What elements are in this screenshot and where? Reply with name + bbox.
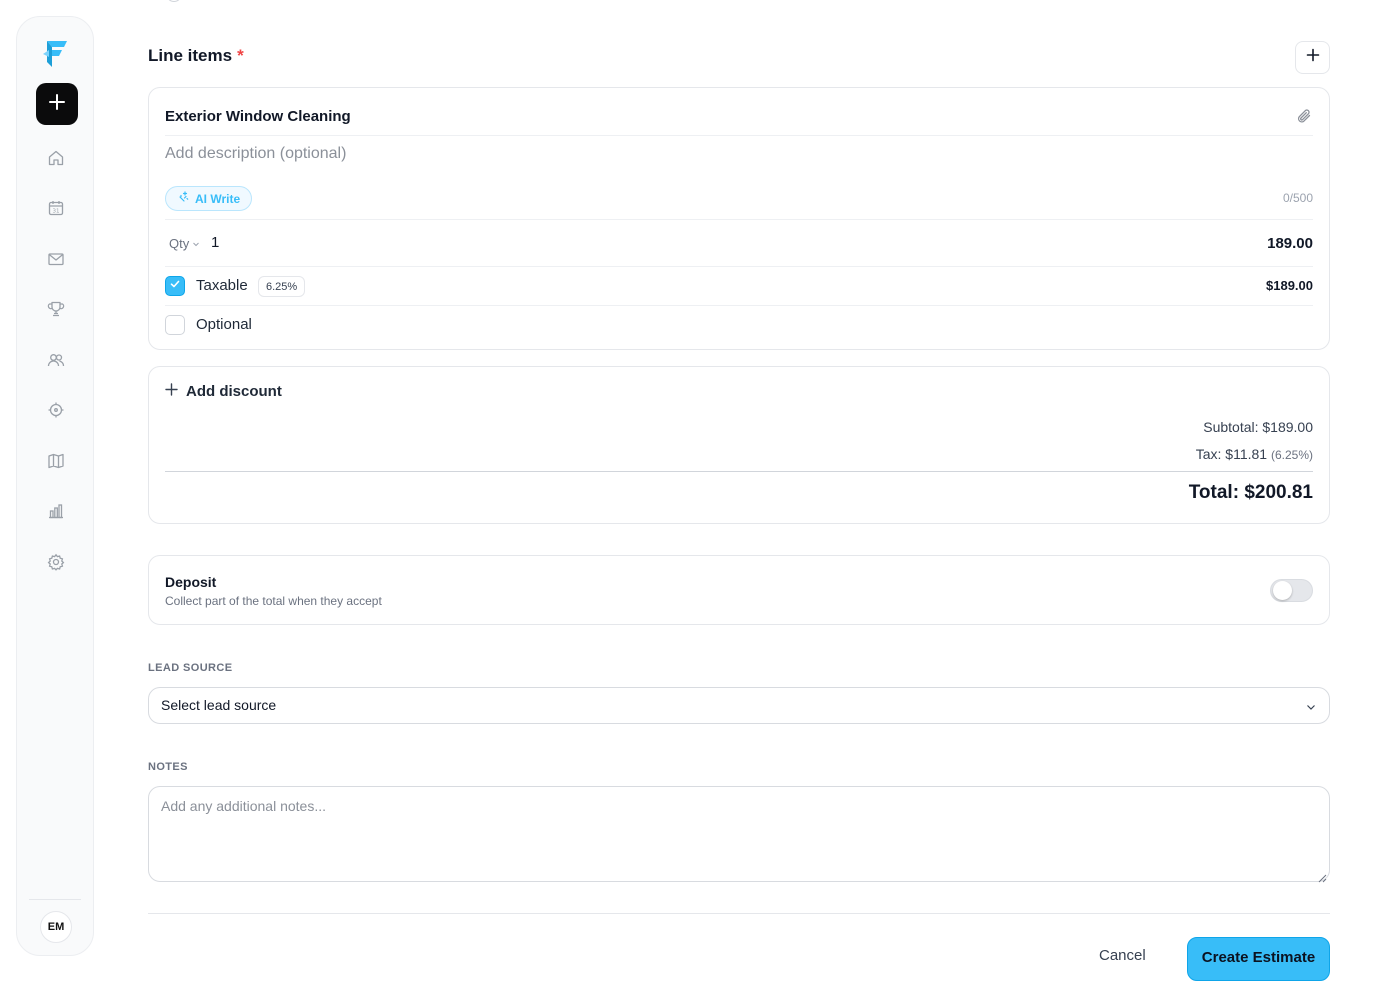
- deposit-subtitle: Collect part of the total when they acce…: [165, 594, 382, 608]
- chevron-down-icon: [1305, 700, 1317, 712]
- bar-chart-icon: [47, 502, 65, 525]
- gear-icon: [47, 553, 65, 576]
- deposit-toggle[interactable]: [1270, 579, 1313, 602]
- crosshair-icon: [47, 401, 65, 424]
- sidebar: 31 EM: [16, 16, 94, 956]
- map-icon: [47, 452, 65, 475]
- tax-line: Tax: $11.81 (6.25%): [1196, 446, 1313, 462]
- chevron-down-icon: [192, 236, 200, 251]
- tax-amount: Tax: $11.81: [1195, 446, 1268, 462]
- plus-icon: [165, 383, 178, 400]
- calendar-day: 31: [53, 208, 60, 214]
- line-item-name[interactable]: Exterior Window Cleaning: [165, 108, 351, 125]
- deposit-title: Deposit: [165, 574, 217, 590]
- cancel-button[interactable]: Cancel: [1099, 947, 1146, 964]
- description-input[interactable]: Add description (optional): [165, 145, 346, 163]
- plus-icon: [48, 93, 66, 116]
- nav-home[interactable]: [44, 148, 68, 172]
- add-line-item-button[interactable]: [1295, 41, 1330, 74]
- char-count: 0/500: [1282, 191, 1313, 205]
- notes-label: NOTES: [148, 761, 188, 773]
- line-total: $189.00: [1266, 278, 1313, 293]
- ai-write-button[interactable]: AI Write: [165, 186, 253, 211]
- lead-source-select[interactable]: Select lead source: [148, 687, 1330, 724]
- taxable-label: Taxable: [196, 277, 248, 294]
- nav-target[interactable]: [44, 400, 68, 424]
- notes-textarea[interactable]: Add any additional notes...: [148, 786, 1330, 883]
- line-item-card: Exterior Window Cleaning Add description…: [148, 87, 1330, 350]
- users-icon: [47, 351, 65, 374]
- nav-reports[interactable]: [44, 501, 68, 525]
- price-input[interactable]: 189.00: [1267, 235, 1313, 252]
- line-items-title: Line items: [148, 46, 233, 65]
- paperclip-icon: [1295, 109, 1313, 129]
- app-logo[interactable]: [41, 37, 71, 69]
- avatar[interactable]: EM: [40, 911, 72, 943]
- divider: [165, 471, 1313, 472]
- toggle-knob: [1273, 581, 1292, 600]
- divider: [165, 266, 1313, 267]
- taxable-checkbox[interactable]: [165, 276, 185, 296]
- tax-rate-badge[interactable]: 6.25%: [258, 276, 306, 297]
- subtotal: Subtotal: $189.00: [1203, 419, 1313, 435]
- summary-card: Add discount Subtotal: $189.00 Tax: $11.…: [148, 366, 1330, 524]
- plus-icon: [1306, 48, 1320, 67]
- add-discount-label: Add discount: [186, 383, 282, 400]
- cut-off-radio: [166, 0, 182, 2]
- nav-customers[interactable]: [44, 350, 68, 374]
- sidebar-divider: [29, 899, 81, 900]
- lead-source-label: LEAD SOURCE: [148, 662, 233, 674]
- home-icon: [47, 149, 65, 172]
- tax-rate: (6.25%): [1270, 448, 1313, 462]
- checkmark-icon: [169, 277, 181, 295]
- required-asterisk: *: [237, 46, 244, 65]
- trophy-icon: [47, 300, 65, 323]
- nav-map[interactable]: [44, 451, 68, 475]
- qty-unit-select[interactable]: Qty: [169, 236, 200, 251]
- lead-source-value: Select lead source: [161, 697, 277, 713]
- calendar-icon: 31: [47, 199, 65, 222]
- divider: [165, 135, 1313, 136]
- new-button[interactable]: [36, 83, 78, 125]
- optional-label: Optional: [196, 316, 252, 333]
- notes-placeholder: Add any additional notes...: [161, 798, 327, 814]
- mail-icon: [47, 250, 65, 273]
- resize-handle-icon[interactable]: [1318, 870, 1327, 883]
- attachment-button[interactable]: [1295, 107, 1313, 125]
- qty-input[interactable]: 1: [211, 234, 219, 251]
- qty-label: Qty: [169, 236, 190, 251]
- nav-settings[interactable]: [44, 552, 68, 576]
- divider: [165, 219, 1313, 220]
- nav-calendar[interactable]: 31: [44, 198, 68, 222]
- ai-write-label: AI Write: [195, 191, 241, 206]
- footer-divider: [148, 913, 1330, 914]
- line-items-heading: Line items *: [148, 46, 244, 66]
- nav-rewards[interactable]: [44, 299, 68, 323]
- total: Total: $200.81: [1188, 482, 1313, 503]
- nav-inbox[interactable]: [44, 249, 68, 273]
- create-estimate-button[interactable]: Create Estimate: [1187, 937, 1330, 981]
- divider: [165, 305, 1313, 306]
- optional-checkbox[interactable]: [165, 315, 185, 335]
- deposit-card: Deposit Collect part of the total when t…: [148, 555, 1330, 625]
- sparkle-icon: [178, 191, 190, 206]
- add-discount-button[interactable]: Add discount: [165, 383, 282, 400]
